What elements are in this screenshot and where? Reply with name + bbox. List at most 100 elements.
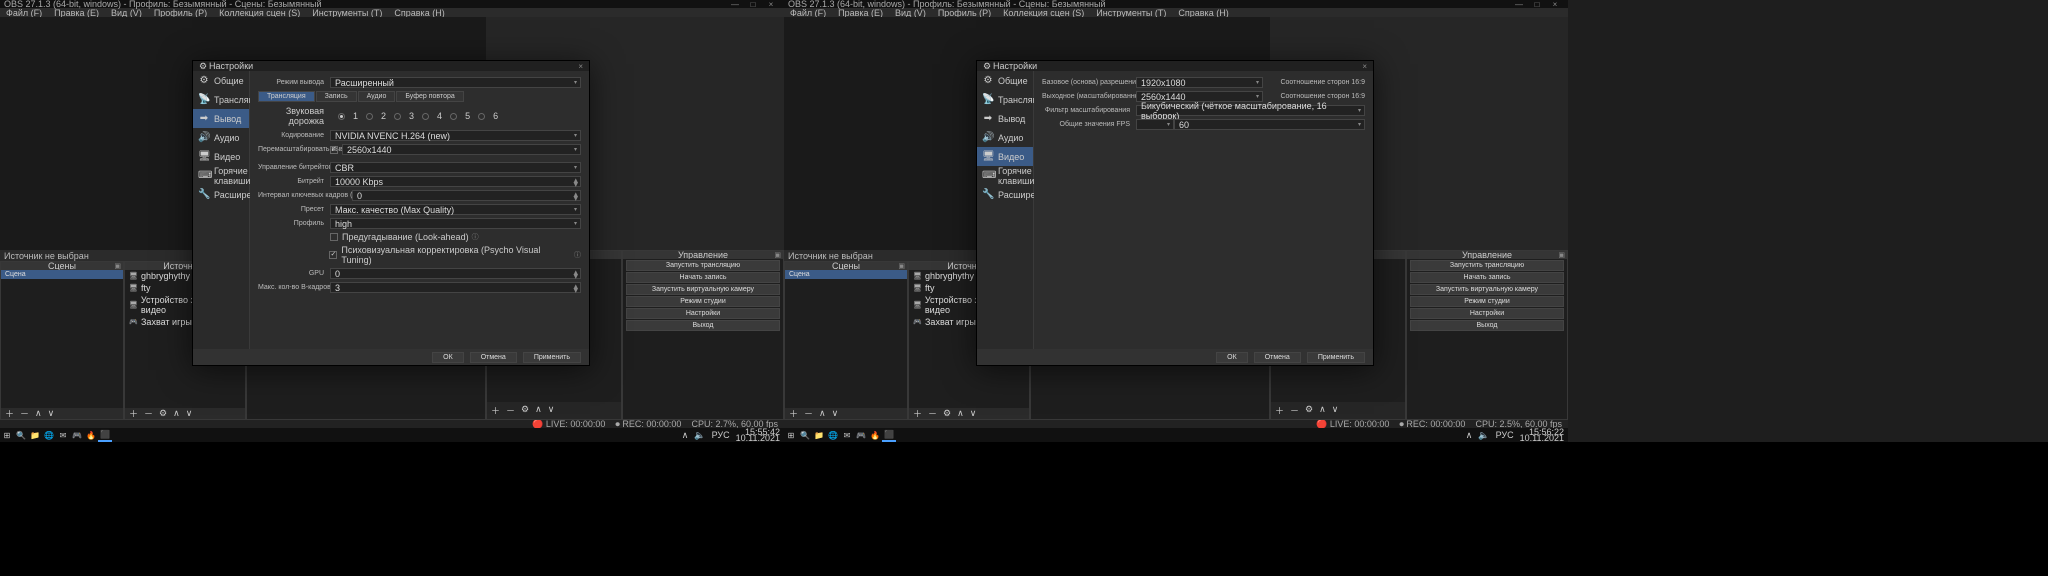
- remove-scene-button[interactable]: －: [804, 407, 813, 420]
- start-stream-button[interactable]: Запустить трансляцию: [1410, 260, 1564, 271]
- cat-audio[interactable]: 🔊Аудио: [193, 128, 249, 147]
- track-1-radio[interactable]: [338, 113, 345, 120]
- tab-stream-out[interactable]: Трансляция: [258, 91, 315, 102]
- add-transition-button[interactable]: ＋: [491, 404, 500, 417]
- menu-tools[interactable]: Инструменты (T): [312, 8, 382, 18]
- track-3-radio[interactable]: [394, 113, 401, 120]
- tray-language[interactable]: РУС: [1496, 430, 1514, 440]
- max-button[interactable]: □: [744, 0, 762, 9]
- settings-button[interactable]: Настройки: [626, 308, 780, 319]
- start-vcam-button[interactable]: Запустить виртуальную камеру: [1410, 284, 1564, 295]
- start-vcam-button[interactable]: Запустить виртуальную камеру: [626, 284, 780, 295]
- remove-transition-button[interactable]: －: [506, 404, 515, 417]
- tab-replay-out[interactable]: Буфер повтора: [396, 91, 463, 102]
- scale-filter-select[interactable]: Бикубический (чёткое масштабирование, 16…: [1136, 105, 1365, 116]
- cat-stream[interactable]: 📡Трансляция: [977, 90, 1033, 109]
- scene-item[interactable]: Сцена: [785, 270, 907, 279]
- scene-down-button[interactable]: ∨: [832, 408, 839, 419]
- browser-button[interactable]: 🌐: [42, 428, 56, 442]
- cat-output[interactable]: ➡Вывод: [977, 109, 1033, 128]
- start-record-button[interactable]: Начать запись: [1410, 272, 1564, 283]
- menu-edit[interactable]: Правка (E): [54, 8, 99, 18]
- rescale-checkbox[interactable]: [330, 146, 338, 154]
- mail-button[interactable]: ✉: [56, 428, 70, 442]
- cancel-button[interactable]: Отмена: [1254, 352, 1301, 363]
- psycho-checkbox[interactable]: [329, 251, 337, 259]
- cat-advanced[interactable]: 🔧Расширенные: [193, 185, 249, 204]
- remove-transition-button[interactable]: －: [1290, 404, 1299, 417]
- menu-tools[interactable]: Инструменты (T): [1096, 8, 1166, 18]
- source-props-button[interactable]: ⚙: [159, 408, 167, 419]
- track-4-radio[interactable]: [422, 113, 429, 120]
- ok-button[interactable]: ОК: [1216, 352, 1248, 363]
- menubar[interactable]: Файл (F) Правка (E) Вид (V) Профиль (P) …: [784, 8, 1568, 17]
- popout-icon[interactable]: ▣: [1558, 251, 1565, 259]
- track-5-radio[interactable]: [450, 113, 457, 120]
- transition-up-button[interactable]: ∧: [535, 404, 542, 417]
- transition-up-button[interactable]: ∧: [1319, 404, 1326, 417]
- obs-taskbar-button[interactable]: ⬛: [98, 428, 112, 442]
- steam-button[interactable]: 🎮: [854, 428, 868, 442]
- rescale-select[interactable]: 2560x1440▾: [342, 144, 581, 155]
- track-6-radio[interactable]: [478, 113, 485, 120]
- tray-chevron-icon[interactable]: ∧: [1466, 430, 1473, 441]
- menu-edit[interactable]: Правка (E): [838, 8, 883, 18]
- menu-scenes[interactable]: Коллекция сцен (S): [1003, 8, 1084, 18]
- menu-profile[interactable]: Профиль (P): [154, 8, 207, 18]
- cat-audio[interactable]: 🔊Аудио: [977, 128, 1033, 147]
- menu-file[interactable]: Файл (F): [6, 8, 42, 18]
- studio-mode-button[interactable]: Режим студии: [1410, 296, 1564, 307]
- tray-sound-icon[interactable]: 🔈: [1478, 430, 1489, 441]
- add-source-button[interactable]: ＋: [913, 407, 922, 420]
- remove-source-button[interactable]: －: [928, 407, 937, 420]
- cat-video[interactable]: 🖥Видео: [977, 147, 1033, 166]
- menu-file[interactable]: Файл (F): [790, 8, 826, 18]
- menu-view[interactable]: Вид (V): [111, 8, 142, 18]
- transition-props-button[interactable]: ⚙: [521, 404, 529, 417]
- add-transition-button[interactable]: ＋: [1275, 404, 1284, 417]
- explorer-button[interactable]: 📁: [28, 428, 42, 442]
- source-down-button[interactable]: ∨: [186, 408, 193, 419]
- start-button[interactable]: ⊞: [784, 428, 798, 442]
- exit-button[interactable]: Выход: [1410, 320, 1564, 331]
- explorer-button[interactable]: 📁: [812, 428, 826, 442]
- menu-help[interactable]: Справка (H): [394, 8, 444, 18]
- fps-type-select[interactable]: ▾: [1136, 119, 1174, 130]
- transition-down-button[interactable]: ∨: [1332, 404, 1339, 417]
- scene-down-button[interactable]: ∨: [48, 408, 55, 419]
- menubar[interactable]: Файл (F) Правка (E) Вид (V) Профиль (P) …: [0, 8, 784, 17]
- ok-button[interactable]: ОК: [432, 352, 464, 363]
- max-button[interactable]: □: [1528, 0, 1546, 9]
- fps-value-select[interactable]: 60▾: [1174, 119, 1365, 130]
- taskbar[interactable]: ⊞ 🔍 📁 🌐 ✉ 🎮 🔥 ⬛ ∧ 🔈 РУС 15:56:2210.11.20…: [784, 428, 1568, 442]
- popout-icon[interactable]: ▣: [774, 251, 781, 259]
- browser-button[interactable]: 🌐: [826, 428, 840, 442]
- min-button[interactable]: —: [1510, 0, 1528, 9]
- cat-hotkeys[interactable]: ⌨Горячие клавиши: [193, 166, 249, 185]
- popout-icon[interactable]: ▣: [898, 262, 905, 270]
- start-stream-button[interactable]: Запустить трансляцию: [626, 260, 780, 271]
- cat-general[interactable]: ⚙Общие: [193, 71, 249, 90]
- source-up-button[interactable]: ∧: [957, 408, 964, 419]
- popout-icon[interactable]: ▣: [114, 262, 121, 270]
- source-up-button[interactable]: ∧: [173, 408, 180, 419]
- close-button[interactable]: ×: [1546, 0, 1564, 9]
- exit-button[interactable]: Выход: [626, 320, 780, 331]
- settings-button[interactable]: Настройки: [1410, 308, 1564, 319]
- apply-button[interactable]: Применить: [523, 352, 581, 363]
- apply-button[interactable]: Применить: [1307, 352, 1365, 363]
- transition-down-button[interactable]: ∨: [548, 404, 555, 417]
- cat-advanced[interactable]: 🔧Расширенные: [977, 185, 1033, 204]
- cancel-button[interactable]: Отмена: [470, 352, 517, 363]
- profile-select[interactable]: high▾: [330, 218, 581, 229]
- add-scene-button[interactable]: ＋: [789, 407, 798, 420]
- source-props-button[interactable]: ⚙: [943, 408, 951, 419]
- close-icon[interactable]: ×: [1362, 62, 1367, 71]
- base-res-select[interactable]: 1920x1080▾: [1136, 77, 1263, 88]
- tray-clock[interactable]: 15:55:4210.11.2021: [736, 429, 780, 441]
- keyint-input[interactable]: 0▴▾: [352, 190, 581, 201]
- tab-record-out[interactable]: Запись: [316, 91, 357, 102]
- search-button[interactable]: 🔍: [14, 428, 28, 442]
- cat-hotkeys[interactable]: ⌨Горячие клавиши: [977, 166, 1033, 185]
- mail-button[interactable]: ✉: [840, 428, 854, 442]
